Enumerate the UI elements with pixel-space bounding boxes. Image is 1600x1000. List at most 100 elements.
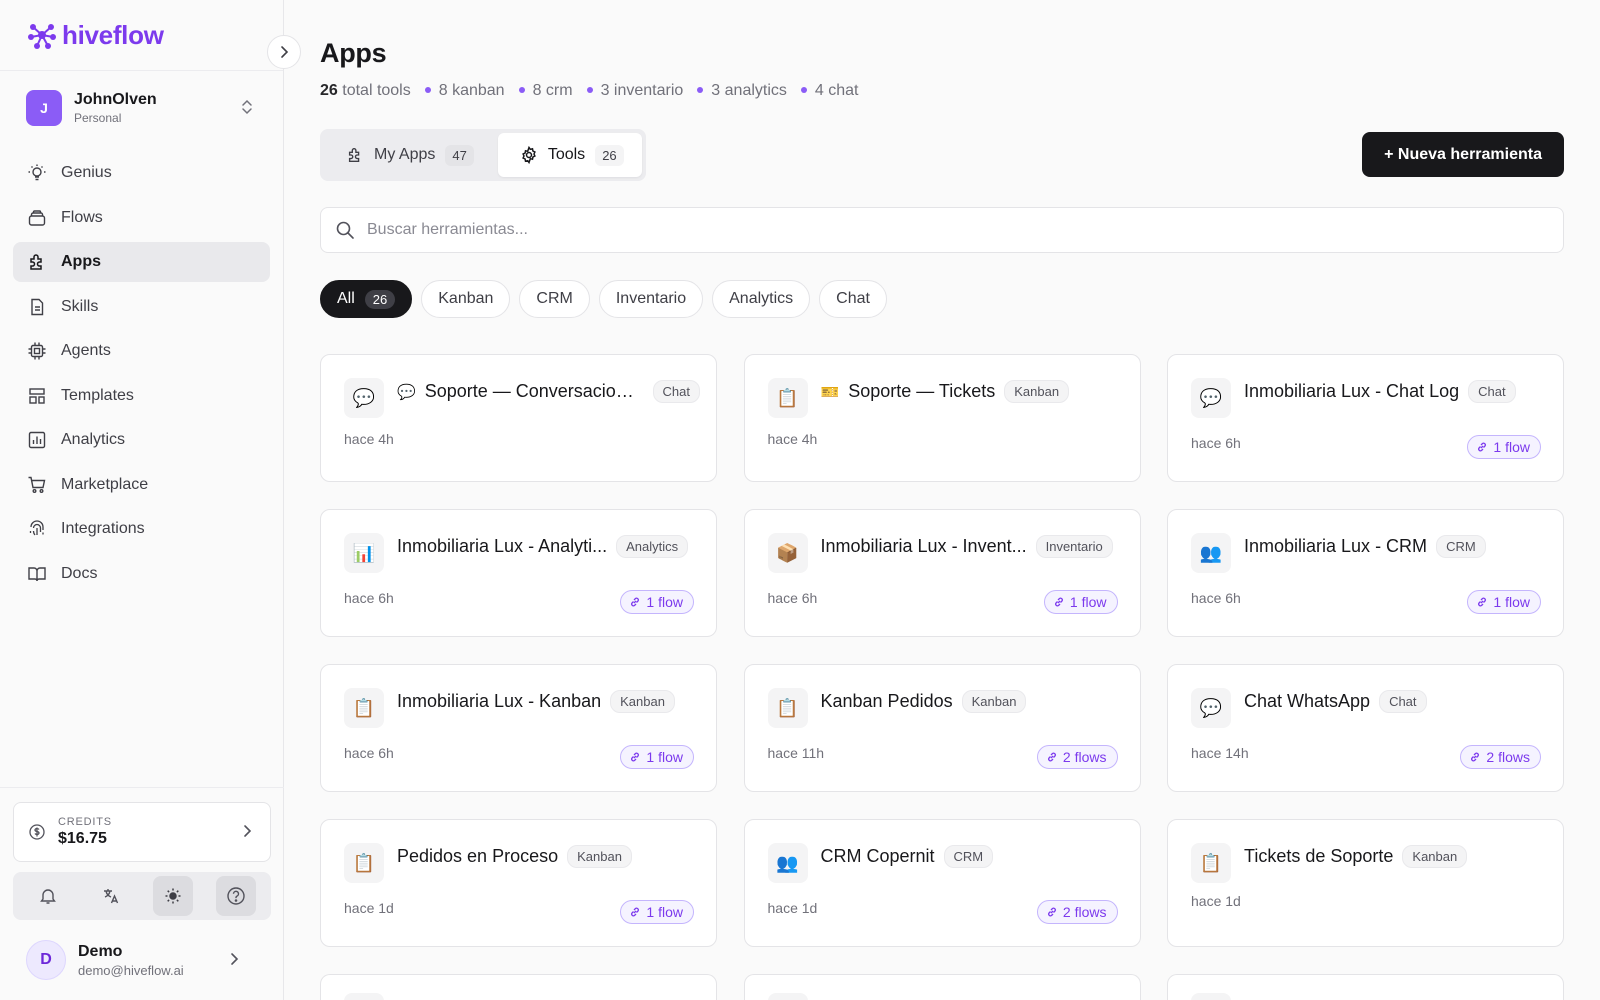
credits-value: $16.75 [58, 830, 107, 847]
tool-card[interactable]: 💬 💬 Soporte — Conversaciones Chat hace 4… [320, 354, 717, 482]
category-badge: Analytics [616, 535, 689, 558]
flow-count-badge[interactable]: 2 flows [1036, 900, 1118, 924]
card-title: Inmobiliaria Lux - Analyti... [397, 536, 608, 556]
dot-icon [697, 86, 704, 93]
tool-card[interactable]: 📦 Inmobiliaria Lux - Invent... Inventari… [743, 509, 1141, 637]
tool-card[interactable]: 📋 Inmobiliaria Lux - Kanban Kanban hace … [320, 664, 717, 792]
tab-count: 47 [445, 144, 474, 166]
stat-label: 8 crm [532, 82, 573, 99]
flow-count-badge[interactable]: 2 flows [1036, 745, 1118, 769]
flow-count-badge[interactable]: 1 flow [1467, 590, 1541, 614]
tool-card[interactable]: 👥 Inmobiliaria Lux - CRM CRM hace 6h 1 f… [1167, 509, 1564, 637]
filter-chat[interactable]: Chat [819, 280, 887, 318]
flow-count: 1 flow [646, 904, 683, 920]
theme-toggle-button[interactable] [153, 876, 194, 916]
category-badge: CRM [943, 845, 994, 868]
search-icon [336, 221, 354, 239]
nav-item-apps[interactable]: Apps [13, 242, 270, 282]
flow-count: 1 flow [1493, 594, 1530, 610]
layout-icon [29, 387, 45, 404]
nav-item-marketplace[interactable]: Marketplace [13, 465, 270, 505]
workspace-switcher[interactable]: J JohnOlven Personal [0, 71, 283, 145]
nav-item-flows[interactable]: Flows [13, 198, 270, 238]
stat-label: 3 inventario [600, 82, 684, 99]
nav-item-skills[interactable]: Skills [13, 287, 270, 327]
tool-card[interactable] [743, 974, 1141, 1000]
nav-label: Templates [61, 386, 134, 404]
new-tool-button[interactable]: + Nueva herramienta [1362, 132, 1564, 177]
tab-label: My Apps [374, 146, 436, 163]
language-button[interactable] [91, 876, 131, 916]
card-icon-placeholder [767, 993, 808, 1000]
user-name: Demo [78, 942, 123, 960]
brand-name: hiveflow [62, 19, 164, 50]
filter-kanban[interactable]: Kanban [421, 280, 511, 318]
nav-item-agents[interactable]: Agents [13, 331, 270, 371]
link-icon [1478, 597, 1487, 607]
tool-card[interactable]: 📋 Kanban Pedidos Kanban hace 11h 2 flows [743, 664, 1141, 792]
sidebar: hiveflow J JohnOlven Personal Genius Flo… [0, 0, 301, 1000]
bulb-icon [28, 164, 46, 181]
tab-tools[interactable]: Tools 26 [497, 133, 642, 177]
search-input[interactable] [367, 221, 1517, 239]
flow-count-badge[interactable]: 2 flows [1460, 745, 1541, 769]
notifications-button[interactable] [28, 876, 68, 916]
sidebar-footer: CREDITS $16.75 D Demo demo@hiveflow.ai [0, 787, 284, 1000]
link-icon [1054, 597, 1063, 607]
user-menu[interactable]: D Demo demo@hiveflow.ai [13, 920, 271, 1000]
collapse-sidebar-button[interactable] [267, 35, 301, 69]
nav-item-docs[interactable]: Docs [13, 554, 270, 594]
credits-card[interactable]: CREDITS $16.75 [13, 802, 271, 862]
flow-count-badge[interactable]: 1 flow [1467, 435, 1541, 459]
nav-item-analytics[interactable]: Analytics [13, 420, 270, 460]
chip-icon [28, 342, 46, 360]
search-bar [320, 207, 1564, 253]
card-time: hace 1d [1191, 893, 1241, 909]
logo[interactable]: hiveflow [26, 19, 164, 51]
filter-analytics[interactable]: Analytics [712, 280, 811, 318]
nav-item-templates[interactable]: Templates [13, 376, 270, 416]
category-badge: Kanban [610, 690, 675, 713]
nav-label: Docs [61, 564, 98, 582]
main-nav: Genius Flows Apps Skills Agents Template… [0, 145, 283, 606]
tool-card[interactable]: 👥 CRM Copernit CRM hace 1d 2 flows [743, 819, 1141, 947]
stat-item: 8 crm [518, 82, 573, 100]
tool-card[interactable]: 📊 Inmobiliaria Lux - Analyti... Analytic… [320, 509, 717, 637]
chart-icon [28, 431, 46, 449]
tab-my-apps[interactable]: My Apps 47 [324, 133, 492, 177]
tool-card[interactable]: 📋 Pedidos en Proceso Kanban hace 1d 1 fl… [320, 819, 717, 947]
cart-icon [28, 476, 46, 493]
nav-item-genius[interactable]: Genius [13, 153, 270, 193]
fingerprint-icon [29, 520, 44, 536]
filter-all[interactable]: All 26 [320, 280, 413, 318]
help-button[interactable] [215, 876, 256, 916]
chevron-right-icon [231, 953, 239, 965]
link-icon [631, 597, 640, 607]
puzzle-icon [348, 148, 360, 162]
flow-count-badge[interactable]: 1 flow [1043, 590, 1118, 614]
nav-label: Skills [61, 297, 99, 315]
tool-card[interactable]: 📋 Tickets de Soporte Kanban hace 1d [1167, 819, 1564, 947]
flow-count-badge[interactable]: 1 flow [620, 745, 694, 769]
stat-item: 8 kanban [424, 82, 505, 100]
filter-inventario[interactable]: Inventario [598, 280, 704, 318]
card-title: Inmobiliaria Lux - Invent... [820, 536, 1027, 556]
card-title: Soporte — Conversaciones [424, 381, 644, 401]
bar-chart-icon: 📊 [344, 533, 384, 573]
total-tools: 26 total tools [320, 82, 411, 100]
tool-card[interactable] [320, 974, 717, 1000]
tool-card[interactable]: 📋 🎫 Soporte — Tickets Kanban hace 4h [743, 354, 1141, 482]
card-title: CRM Copernit [820, 846, 935, 866]
filter-crm[interactable]: CRM [519, 280, 590, 318]
card-header: CRM Copernit CRM [821, 845, 1124, 868]
flow-count: 1 flow [1069, 594, 1107, 610]
tool-card[interactable] [1167, 974, 1564, 1000]
tool-card[interactable]: 💬 Chat WhatsApp Chat hace 14h 2 flows [1167, 664, 1564, 792]
bell-icon [40, 889, 57, 904]
flow-count-badge[interactable]: 1 flow [620, 900, 694, 924]
card-header: Inmobiliaria Lux - Analyti... Analytics [397, 535, 700, 558]
stat-label: 4 chat [814, 82, 859, 99]
flow-count-badge[interactable]: 1 flow [620, 590, 694, 614]
nav-item-integrations[interactable]: Integrations [13, 509, 270, 549]
tool-card[interactable]: 💬 Inmobiliaria Lux - Chat Log Chat hace … [1167, 354, 1564, 482]
